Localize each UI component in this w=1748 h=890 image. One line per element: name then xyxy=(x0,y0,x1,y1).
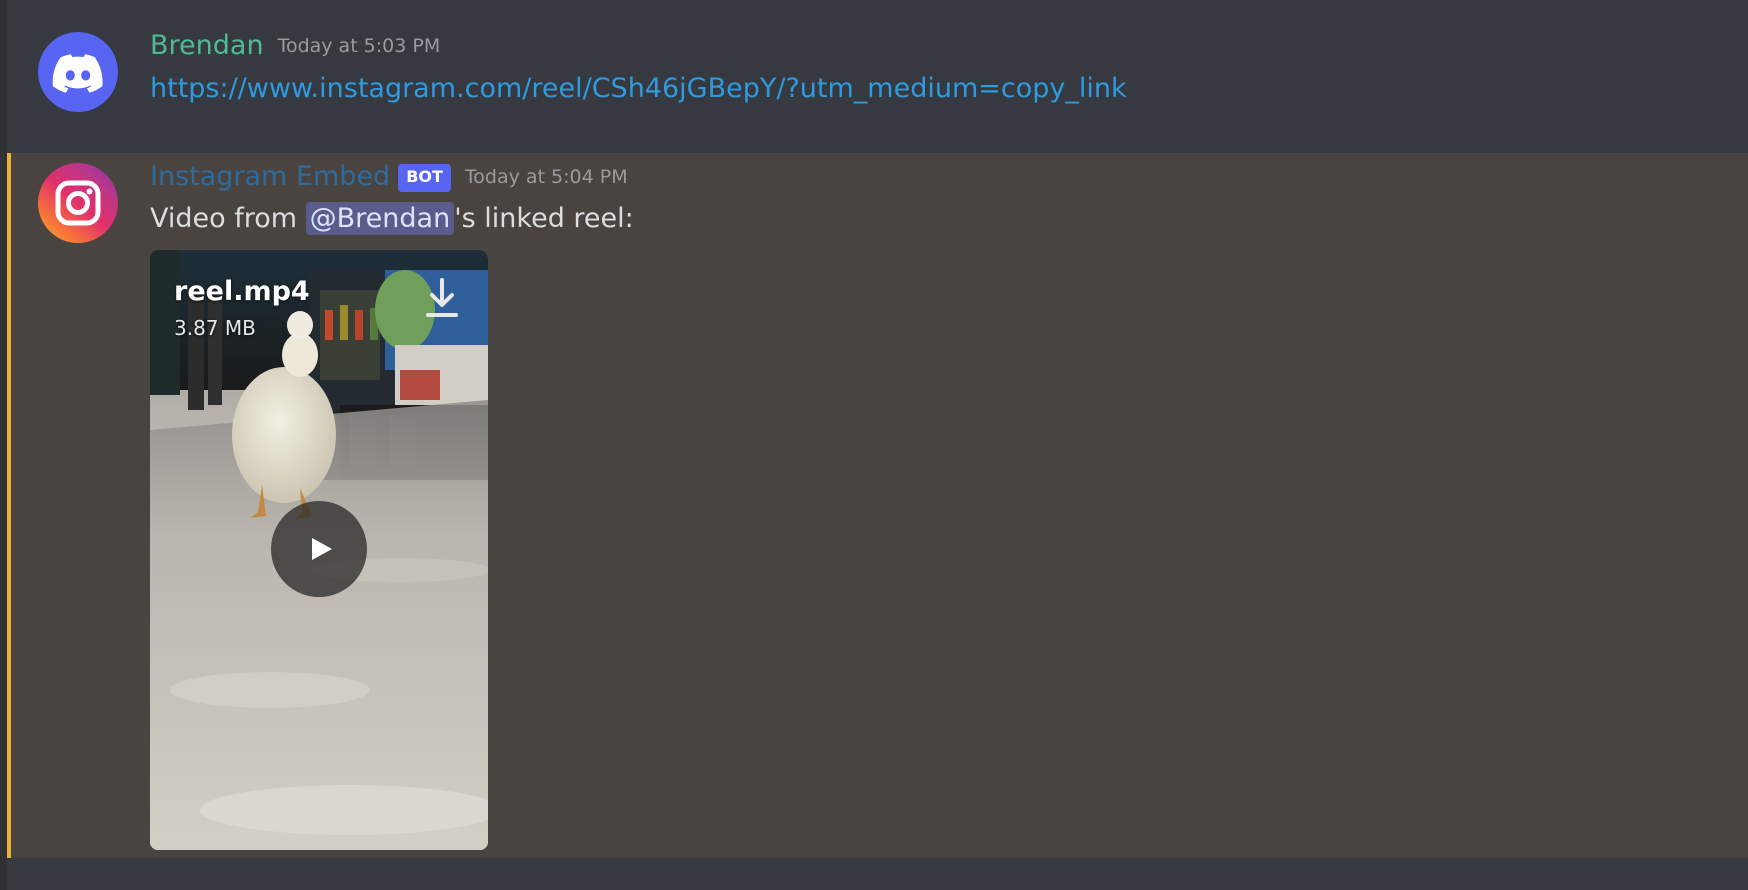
play-button[interactable] xyxy=(271,501,367,597)
download-icon[interactable] xyxy=(422,276,462,320)
message-header: Brendan Today at 5:03 PM xyxy=(150,30,440,66)
message-text-after: 's linked reel: xyxy=(454,203,634,234)
message-header: Instagram Embed BOT Today at 5:04 PM xyxy=(150,161,628,197)
video-attachment[interactable]: reel.mp4 3.87 MB xyxy=(150,250,488,850)
chat-bottom-area xyxy=(7,858,1748,890)
instagram-link[interactable]: https://www.instagram.com/reel/CSh46jGBe… xyxy=(150,73,1127,104)
username[interactable]: Instagram Embed xyxy=(150,161,390,192)
timestamp: Today at 5:04 PM xyxy=(464,166,628,188)
message-brendan[interactable]: Brendan Today at 5:03 PM https://www.inst… xyxy=(7,0,1748,153)
play-icon xyxy=(312,538,332,560)
timestamp: Today at 5:03 PM xyxy=(277,35,441,57)
message-instagram-embed[interactable]: Instagram Embed BOT Today at 5:04 PM Video… xyxy=(7,153,1748,858)
message-text-before: Video from xyxy=(150,203,306,234)
mention-highlight-bar xyxy=(7,153,11,858)
instagram-logo-icon[interactable] xyxy=(38,163,118,243)
channel-edge xyxy=(0,0,7,890)
username[interactable]: Brendan xyxy=(150,30,264,61)
bot-tag: BOT xyxy=(398,164,451,192)
user-mention[interactable]: @Brendan xyxy=(305,202,455,235)
file-name: reel.mp4 xyxy=(174,276,310,307)
chat-messages: Brendan Today at 5:03 PM https://www.inst… xyxy=(0,0,1748,890)
discord-logo-icon[interactable] xyxy=(38,32,118,112)
file-size: 3.87 MB xyxy=(174,316,256,340)
message-content: Video from @Brendan's linked reel: xyxy=(150,202,634,235)
